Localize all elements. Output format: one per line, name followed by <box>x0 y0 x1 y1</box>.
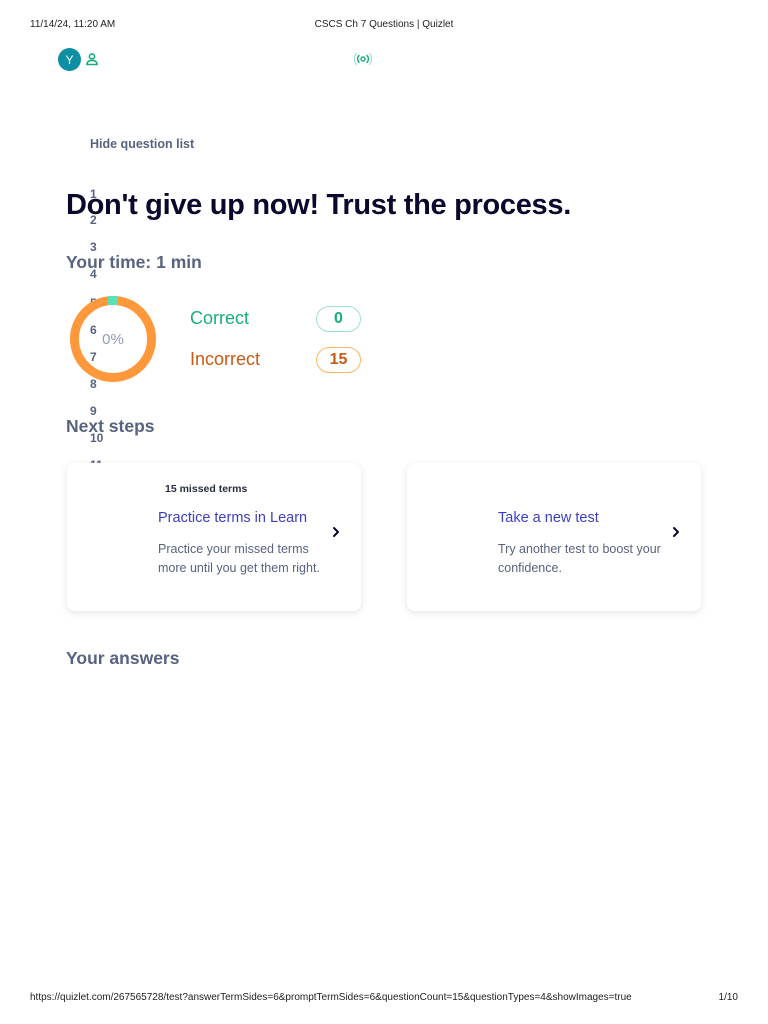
correct-count-badge: 0 <box>316 306 361 332</box>
print-page-number: 1/10 <box>718 992 738 1003</box>
print-page-title: CSCS Ch 7 Questions | Quizlet <box>314 19 454 30</box>
incorrect-count-badge: 15 <box>316 347 361 373</box>
avatar-letter: Y <box>65 52 74 67</box>
hide-question-list-button[interactable]: Hide question list <box>90 137 194 151</box>
practice-in-learn-card[interactable]: 15 missed terms Practice terms in Learn … <box>67 463 361 611</box>
take-new-test-card[interactable]: Take a new test Try another test to boos… <box>407 463 701 611</box>
missed-terms-tag: 15 missed terms <box>165 483 248 495</box>
avatar[interactable]: Y <box>58 48 81 71</box>
chevron-right-icon <box>333 527 339 537</box>
card-title: Practice terms in Learn <box>158 510 308 526</box>
card-title: Take a new test <box>498 510 599 526</box>
chevron-right-icon <box>673 527 679 537</box>
print-url: https://quizlet.com/267565728/test?answe… <box>30 992 632 1003</box>
your-time: Your time: 1 min <box>66 252 202 272</box>
next-steps-heading: Next steps <box>66 416 155 436</box>
live-icon[interactable] <box>354 52 372 66</box>
results-headline: Don't give up now! Trust the process. <box>66 189 571 221</box>
correct-label: Correct <box>190 308 250 328</box>
card-description: Try another test to boost your confidenc… <box>498 542 661 575</box>
card-description: Practice your missed terms more until yo… <box>158 542 320 575</box>
user-icon[interactable] <box>85 52 99 66</box>
score-percent: 0% <box>102 330 124 348</box>
your-answers-heading: Your answers <box>66 648 180 668</box>
incorrect-label: Incorrect <box>190 349 261 369</box>
